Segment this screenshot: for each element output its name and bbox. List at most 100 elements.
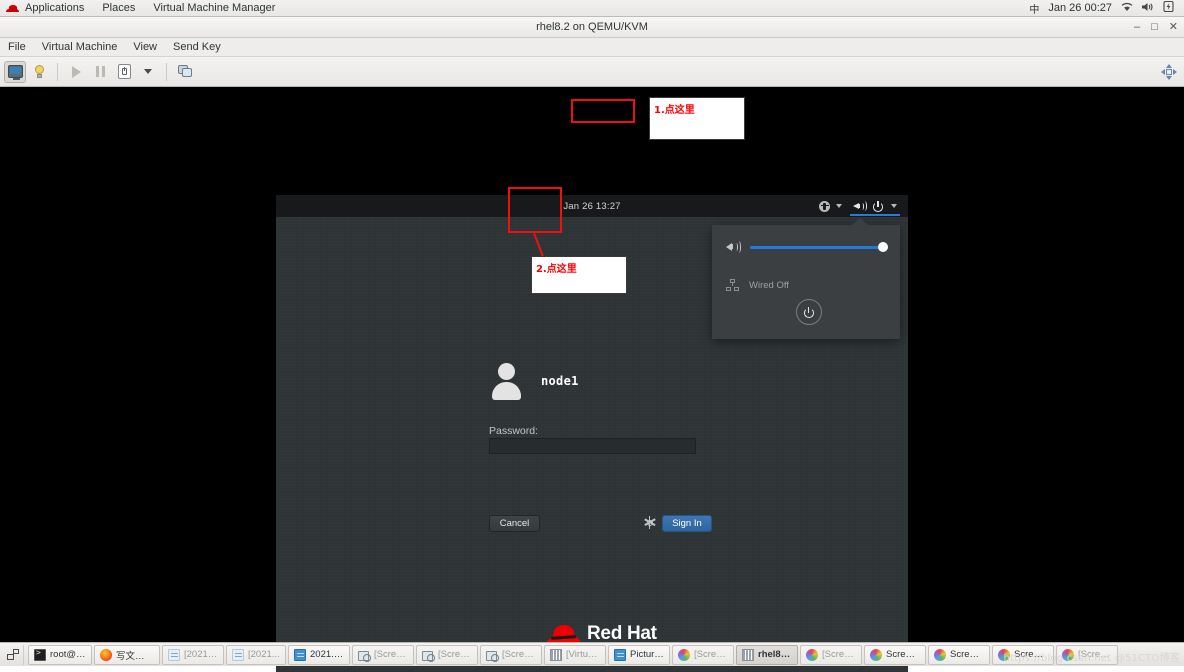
screenshot-icon (358, 649, 370, 661)
toolbar-separator-2 (166, 63, 167, 81)
taskbar-item[interactable]: [2021... (226, 645, 286, 665)
wired-network-icon (726, 279, 739, 291)
volume-slider-row (726, 239, 888, 255)
taskbar-item[interactable]: [Screen... (1056, 645, 1118, 665)
desktop-taskbar: root@L... 写文章-... [2021.1... [2021... 20… (0, 642, 1184, 666)
taskbar-item[interactable]: [Virtual ... (544, 645, 606, 665)
file-manager-icon (232, 649, 244, 661)
taskbar-item[interactable]: [Screen... (416, 645, 478, 665)
virt-manager-window: rhel8.2 on QEMU/KVM – □ ✕ File Virtual M… (0, 17, 1184, 642)
taskbar-item-label: 2021.1... (310, 649, 344, 660)
wifi-icon[interactable] (1121, 2, 1133, 15)
fullscreen-button[interactable] (1158, 61, 1180, 83)
login-button-row: Cancel Sign In (489, 515, 696, 532)
taskbar-item[interactable]: 2021.1... (288, 645, 350, 665)
gimp-icon (806, 649, 818, 661)
snapshot-icon (178, 65, 193, 78)
taskbar-item-label: root@L... (50, 649, 86, 660)
taskbar-item[interactable]: 写文章-... (94, 645, 160, 665)
menu-view[interactable]: View (125, 38, 165, 57)
cancel-button[interactable]: Cancel (489, 515, 540, 532)
virt-manager-icon (550, 649, 562, 661)
gear-icon[interactable] (644, 517, 655, 528)
taskbar-item[interactable]: [2021.1... (162, 645, 224, 665)
details-view-button[interactable] (28, 61, 50, 83)
taskbar-item-label: Screens... (1014, 649, 1048, 660)
shutdown-button[interactable] (113, 61, 135, 83)
network-status-row[interactable]: Wired Off (726, 279, 789, 291)
file-manager-icon (614, 649, 626, 661)
minimize-button[interactable]: – (1134, 22, 1140, 33)
battery-icon[interactable] (1163, 1, 1174, 15)
volume-icon[interactable] (1142, 2, 1154, 15)
annotation-label-2: 2.点这里 (536, 264, 577, 275)
shutdown-menu-button[interactable] (137, 61, 159, 83)
play-icon (72, 66, 81, 78)
menu-send-key[interactable]: Send Key (165, 38, 229, 57)
taskbar-item-active[interactable]: rhel8.2 ... (736, 645, 798, 665)
maximize-button[interactable]: □ (1151, 22, 1158, 33)
lightbulb-icon (35, 65, 44, 78)
menu-virtual-machine[interactable]: Virtual Machine (34, 38, 126, 57)
volume-slider-track (750, 246, 888, 249)
volume-icon (853, 201, 866, 212)
taskbar-item[interactable]: [Screen... (800, 645, 862, 665)
shutdown-icon (118, 64, 131, 79)
gimp-icon (1062, 649, 1074, 661)
snapshots-button[interactable] (174, 61, 196, 83)
window-toolbar (0, 57, 1184, 87)
annotation-box-1: 1.点这里 (649, 97, 745, 140)
input-method-icon[interactable]: 中 (1029, 1, 1039, 16)
user-entry[interactable]: node1 (489, 363, 579, 399)
taskbar-item-label: [2021... (248, 649, 280, 660)
panel-clock[interactable]: Jan 26 00:27 (1048, 2, 1112, 14)
annotation-box-2: 2.点这里 (531, 256, 627, 294)
workspace-switcher-button[interactable] (2, 645, 24, 665)
panel-status-area: 中 Jan 26 00:27 (1029, 1, 1184, 16)
console-view-button[interactable] (4, 61, 26, 83)
power-off-button[interactable] (796, 299, 822, 325)
caret-down-icon (144, 69, 152, 74)
taskbar-item[interactable]: Screens... (992, 645, 1054, 665)
taskbar-item[interactable]: [Screen... (352, 645, 414, 665)
gimp-icon (870, 649, 882, 661)
volume-icon[interactable] (726, 241, 740, 253)
taskbar-item[interactable]: Screens... (928, 645, 990, 665)
pause-button (89, 61, 111, 83)
gdm-system-menu-panel: Wired Off (712, 225, 900, 339)
taskbar-item[interactable]: [Screen... (480, 645, 542, 665)
gdm-topbar: Jan 26 13:27 (276, 195, 908, 217)
menu-applications[interactable]: Applications (16, 0, 93, 17)
gimp-icon (678, 649, 690, 661)
accessibility-caret-down-icon[interactable] (836, 204, 842, 208)
taskbar-item[interactable]: Screens... (864, 645, 926, 665)
window-controls: – □ ✕ (1134, 17, 1178, 38)
taskbar-item-label: [Virtual ... (566, 649, 600, 660)
taskbar-item[interactable]: Pictures (608, 645, 670, 665)
gdm-clock[interactable]: Jan 26 13:27 (563, 201, 620, 212)
menu-file[interactable]: File (0, 38, 34, 57)
network-status-label: Wired Off (749, 280, 789, 291)
volume-slider[interactable] (750, 240, 888, 254)
pause-icon (96, 66, 105, 77)
accessibility-icon[interactable] (819, 201, 830, 212)
taskbar-item-label: 写文章-... (116, 648, 154, 662)
signin-button[interactable]: Sign In (662, 515, 712, 532)
menu-places[interactable]: Places (93, 0, 144, 17)
gimp-icon (998, 649, 1010, 661)
close-button[interactable]: ✕ (1169, 22, 1178, 33)
gdm-system-menu-button[interactable] (848, 195, 902, 217)
taskbar-item-label: Screens... (886, 649, 920, 660)
taskbar-item[interactable]: [Screen... (672, 645, 734, 665)
taskbar-item[interactable]: root@L... (28, 645, 92, 665)
volume-slider-knob[interactable] (878, 242, 888, 252)
file-manager-icon (168, 649, 180, 661)
username-label: node1 (541, 374, 579, 388)
menu-virtual-machine-manager[interactable]: Virtual Machine Manager (144, 0, 284, 17)
vm-console-viewport[interactable]: Jan 26 13:27 (0, 87, 1184, 642)
workspace-switcher-icon (7, 649, 19, 660)
taskbar-item-label: Screens... (950, 649, 984, 660)
taskbar-item-label: [Screen... (694, 649, 728, 660)
gdm-status-area (819, 195, 902, 217)
password-input[interactable] (489, 438, 696, 454)
